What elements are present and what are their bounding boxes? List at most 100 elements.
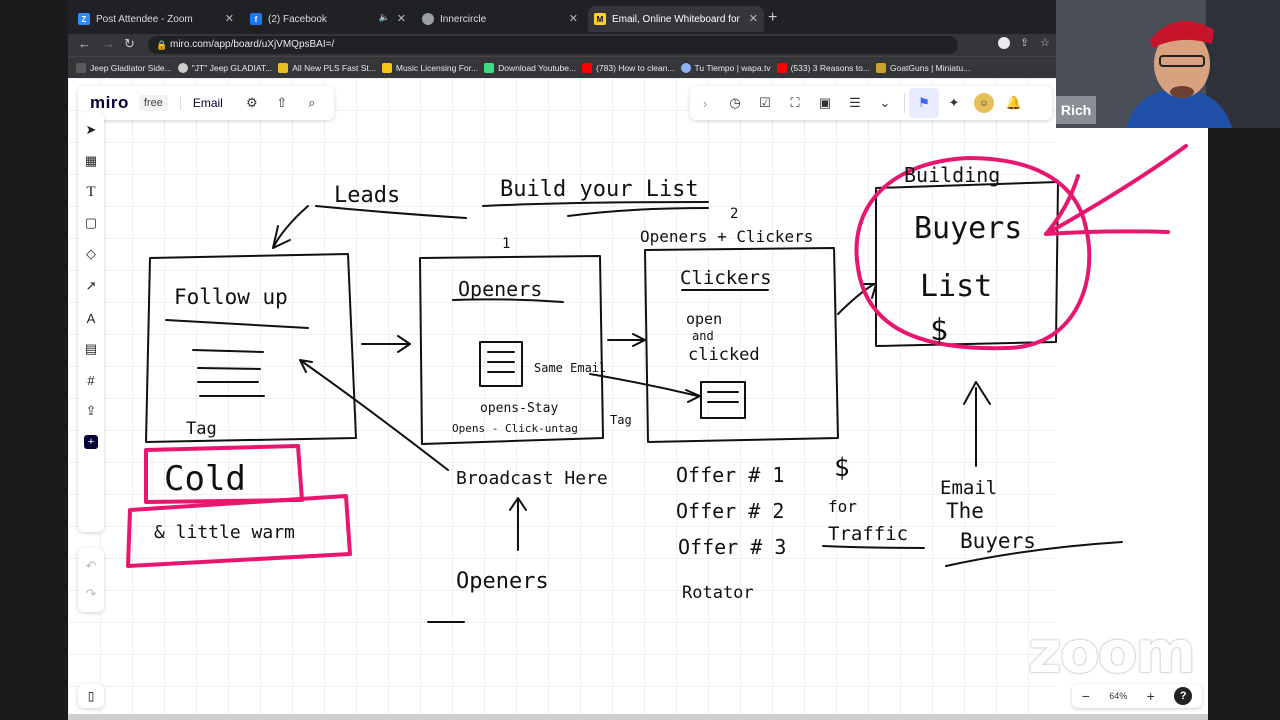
reload-icon[interactable]: ↻ xyxy=(124,36,135,52)
the-label: The xyxy=(946,499,984,523)
tag-small-label: Tag xyxy=(610,413,632,427)
zoom-in-button[interactable]: + xyxy=(1147,688,1155,704)
offer-2-label: Offer # 2 xyxy=(676,499,784,523)
ink-stroke xyxy=(822,545,925,549)
bookmark-item[interactable]: Jeep Gladiator Side... xyxy=(76,63,172,73)
tab-zoom[interactable]: Z Post Attendee - Zoom ✕ xyxy=(78,6,240,32)
speaker-icon[interactable]: 🔈 xyxy=(379,12,390,23)
back-arrow-icon[interactable]: ← xyxy=(78,36,91,51)
globe-favicon-icon xyxy=(422,13,434,25)
clickers-label: Clickers xyxy=(680,267,772,289)
help-button[interactable]: ? xyxy=(1174,687,1193,705)
tag-label: Tag xyxy=(186,419,217,439)
tab-bar: Z Post Attendee - Zoom ✕ f (2) Facebook … xyxy=(68,0,1056,34)
horizontal-scrollbar[interactable] xyxy=(68,714,1208,720)
participant-name-tag: Rich xyxy=(1056,96,1096,124)
close-tab-icon[interactable]: ✕ xyxy=(225,12,234,25)
opens-stay-label: opens-Stay xyxy=(480,401,558,416)
forward-arrow-icon[interactable]: → xyxy=(102,36,115,51)
openers-bottom-label: Openers xyxy=(456,569,549,594)
rotator-label: Rotator xyxy=(682,583,754,603)
arrow-up xyxy=(509,497,527,551)
buyers-bottom-label: Buyers xyxy=(960,529,1036,553)
ink-stroke xyxy=(707,391,739,403)
ink-stroke xyxy=(567,207,709,217)
star-icon[interactable]: ☆ xyxy=(1040,36,1050,49)
bookmark-label: "JT" Jeep GLADIAT... xyxy=(191,63,273,73)
bookmark-item[interactable]: All New PLS Fast St... xyxy=(278,63,376,73)
bookmark-label: Music Licensing For... xyxy=(395,63,479,73)
buyers-box xyxy=(875,181,1059,347)
new-tab-button[interactable]: + xyxy=(768,9,777,27)
zoom-controls: − 64% + ? xyxy=(1072,684,1202,708)
tab-label: Post Attendee - Zoom xyxy=(96,13,193,25)
bookmark-item[interactable]: Music Licensing For... xyxy=(381,63,479,73)
bookmark-item[interactable]: Tu Tiempo | wapa.tv xyxy=(680,63,771,73)
bookmark-item[interactable]: Download Youtube... xyxy=(484,63,576,73)
address-bar-row: ← → ↻ 🔒 miro.com/app/board/uXjVMQpsBAI=/… xyxy=(68,34,1056,56)
youtube-icon xyxy=(582,63,593,73)
bookmark-icon xyxy=(381,63,392,73)
bookmark-item[interactable]: (533) 3 Reasons to... xyxy=(776,63,870,73)
dollar-label: $ xyxy=(930,313,948,348)
bookmark-item[interactable]: GoatGuns | Miniatu... xyxy=(875,63,970,73)
close-tab-icon[interactable]: ✕ xyxy=(397,12,406,25)
step-2-label: 2 xyxy=(730,206,738,222)
offer-3-label: Offer # 3 xyxy=(678,535,786,559)
buyers-label: Buyers xyxy=(914,211,1022,246)
bookmark-label: All New PLS Fast St... xyxy=(292,63,376,73)
email-sketch xyxy=(479,341,523,387)
close-tab-icon[interactable]: ✕ xyxy=(749,12,758,25)
lock-icon: 🔒 xyxy=(156,40,168,50)
zoom-level[interactable]: 64% xyxy=(1109,691,1127,701)
bookmark-icon xyxy=(875,63,886,73)
pink-arrow xyxy=(1044,229,1170,236)
zoom-watermark: zoom xyxy=(1028,618,1196,686)
cold-label: Cold xyxy=(164,459,246,499)
ink-stroke xyxy=(487,351,515,373)
tab-label: Innercircle xyxy=(440,13,487,25)
bookmark-item[interactable]: "JT" Jeep GLADIAT... xyxy=(177,63,273,73)
arrow-right xyxy=(607,333,646,347)
offer-1-label: Offer # 1 xyxy=(676,463,784,487)
url-field[interactable]: 🔒 miro.com/app/board/uXjVMQpsBAI=/ xyxy=(148,36,958,54)
bookmark-item[interactable]: (783) How to clean... xyxy=(582,63,675,73)
leads-label: Leads xyxy=(334,183,400,208)
bookmark-icon xyxy=(76,63,86,73)
step-1-label: 1 xyxy=(502,236,510,252)
build-list-label: Build your List xyxy=(500,177,699,202)
for-label: for xyxy=(828,497,857,516)
tab-innercircle[interactable]: Innercircle ✕ xyxy=(422,6,584,32)
url-text: miro.com/app/board/uXjVMQpsBAI=/ xyxy=(170,39,335,50)
arrow-same-email xyxy=(589,373,701,403)
email-label: Email xyxy=(940,477,997,499)
miro-favicon-icon: M xyxy=(594,13,606,25)
and-label: and xyxy=(692,329,714,343)
arrow-up xyxy=(963,381,991,467)
globe-icon xyxy=(680,63,691,73)
opens-click-label: Opens - Click-untag xyxy=(452,422,578,435)
bookmark-label: Tu Tiempo | wapa.tv xyxy=(694,63,771,73)
close-tab-icon[interactable]: ✕ xyxy=(569,12,578,25)
openers-clickers-label: Openers + Clickers xyxy=(640,227,813,246)
bookmarks-bar: Jeep Gladiator Side... "JT" Jeep GLADIAT… xyxy=(68,56,1056,79)
tab-label: (2) Facebook xyxy=(268,13,327,25)
tab-facebook[interactable]: f (2) Facebook 🔈 ✕ xyxy=(250,6,412,32)
traffic-label: Traffic xyxy=(828,523,908,545)
google-icon[interactable] xyxy=(998,37,1010,49)
folder-icon xyxy=(278,63,289,73)
bookmark-label: Download Youtube... xyxy=(498,63,577,73)
little-warm-label: & little warm xyxy=(154,522,295,543)
followup-label: Follow up xyxy=(174,285,288,309)
share-icon[interactable]: ⇪ xyxy=(1020,36,1029,49)
facebook-favicon-icon: f xyxy=(250,13,262,25)
list-label: List xyxy=(920,269,992,304)
youtube-icon xyxy=(776,63,787,73)
clicked-label: clicked xyxy=(688,345,760,365)
open-label: open xyxy=(686,310,722,328)
zoom-out-button[interactable]: − xyxy=(1082,688,1090,704)
tab-miro[interactable]: M Email, Online Whiteboard for Vis ✕ xyxy=(588,6,764,32)
ink-stroke xyxy=(165,319,309,329)
email-sketch xyxy=(700,381,746,419)
bookmark-icon xyxy=(177,63,188,73)
